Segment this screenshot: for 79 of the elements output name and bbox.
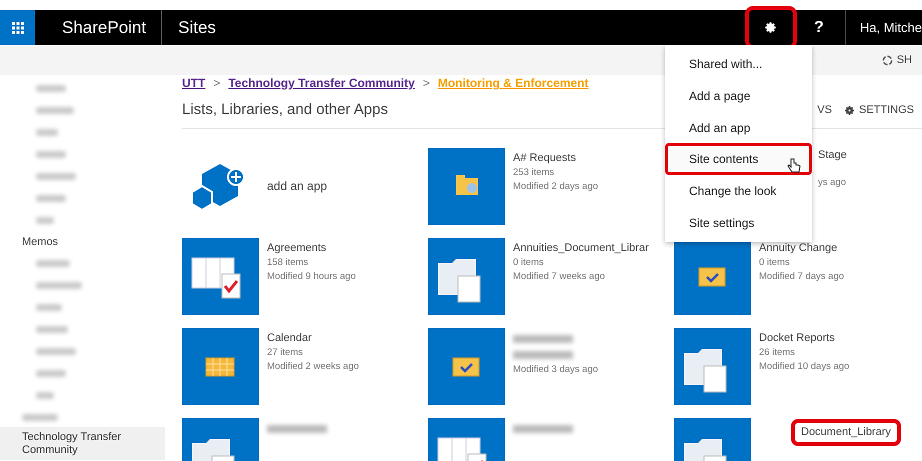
menu-item[interactable]: Site contents [665,143,812,176]
tile-image[interactable] [674,328,751,405]
blurred-text [36,85,66,92]
blurred-text [36,217,54,224]
document-icon [192,439,234,461]
breadcrumb-link[interactable]: Technology Transfer Community [228,75,415,92]
waffle-icon [12,22,24,34]
tile-modified: Modified 2 weeks ago [267,360,359,374]
item-count: 27 items [267,346,304,360]
blurred-text [36,348,76,356]
item-count: 26 items [759,346,796,360]
document-icon [684,439,726,461]
tile-title[interactable]: A# Requests [513,151,598,166]
menu-item[interactable]: Add an app [665,112,812,144]
tile-title[interactable]: Annuity Change [759,241,844,256]
app-launcher-button[interactable] [0,10,35,45]
nav-item[interactable]: Technology Transfer Community [0,427,165,460]
tile-modified: Modified 3 days ago [513,363,598,377]
blurred-text [36,173,76,180]
tasks-icon [698,268,726,286]
share-icon [882,54,893,66]
list-icon [438,438,486,461]
breadcrumb-link[interactable]: UTT [182,75,206,92]
blurred-text [36,326,68,334]
tile-modified: Modified 9 hours ago [267,270,356,284]
blurred-text [22,414,58,422]
tile-title[interactable]: Annuities_Document_Librar [513,241,649,256]
toolbar-link[interactable]: VS [817,101,832,120]
menu-item[interactable]: Site settings [665,206,812,239]
item-count: 158 items [267,256,310,270]
document-icon [684,349,726,392]
tile-title[interactable]: Agreements [267,241,356,256]
tile-title[interactable]: Calendar [267,331,359,346]
add-app-link[interactable]: add an app [267,178,328,195]
calendar-icon [206,358,234,376]
tile-title[interactable]: Stage [818,148,847,163]
tile-image[interactable] [182,238,259,315]
menu-item[interactable]: Add a page [665,80,812,112]
blurred-text [36,195,66,202]
tile-modified: Modified 2 days ago [513,180,598,194]
blurred-text [36,129,58,136]
document-icon [438,259,480,302]
blurred-text [36,304,62,312]
nav-heading[interactable]: Memos [0,224,165,250]
list-icon [192,258,240,298]
tile-image[interactable] [428,148,505,225]
tasks-icon [452,358,480,376]
breadcrumb-separator: > [422,75,430,92]
menu-item[interactable]: Shared with... [665,48,812,80]
section-heading: Lists, Libraries, and other Apps [182,100,388,120]
share-button[interactable]: SH [876,50,918,70]
gear-icon [764,21,778,34]
blurred-text [513,351,573,359]
item-count: 0 items [759,256,791,270]
tile-image[interactable] [182,328,259,405]
tile-title[interactable]: Docket Reports [759,331,850,346]
menu-item[interactable]: Change the look [665,175,812,207]
blurred-text [36,107,74,114]
tile-image[interactable] [428,328,505,405]
gear-icon [844,105,855,116]
blurred-text [36,392,54,400]
tile-title[interactable]: Document_Library [795,423,897,442]
blurred-text [36,282,82,290]
tile-modified: Modified 7 days ago [759,270,844,284]
section-title[interactable]: Sites [162,14,749,40]
item-count: 253 items [513,166,556,180]
settings-button[interactable] [748,10,793,45]
blurred-text [36,370,66,378]
tile-modified: Modified 7 weeks ago [513,270,606,284]
tile-modified: ys ago [818,176,847,190]
breadcrumb-separator: > [213,75,220,92]
library-icon [456,175,478,195]
hand-cursor-icon [787,158,801,174]
blurred-text [36,260,70,268]
item-count: 0 items [513,256,545,270]
settings-link[interactable]: SETTINGS [838,101,920,120]
blurred-text [36,151,66,158]
tile-image[interactable] [428,238,505,315]
tile-modified: Modified 10 days ago [759,360,850,374]
